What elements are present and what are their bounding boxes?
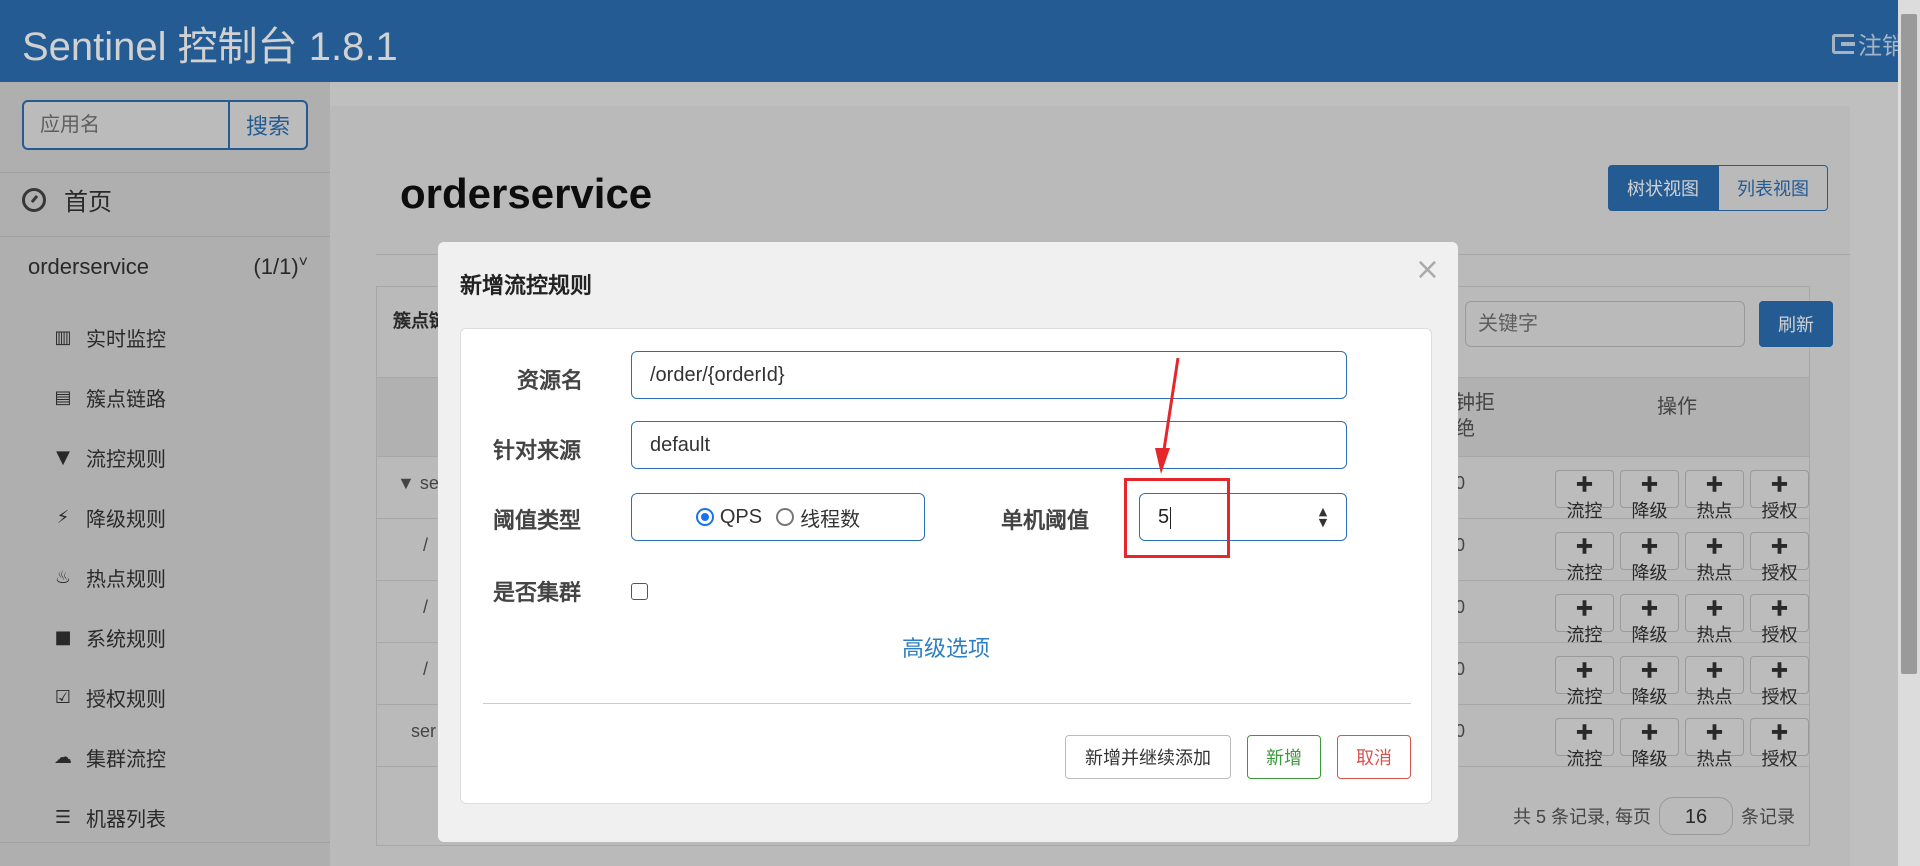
cluster-checkbox[interactable] xyxy=(631,583,648,600)
origin-input[interactable] xyxy=(631,421,1347,469)
dialog-form: 资源名 针对来源 阈值类型 QPS 线程数 单机阈值 5 ▲▼ 是否集群 高级选… xyxy=(460,328,1432,804)
origin-label: 针对来源 xyxy=(493,438,582,463)
qps-label: QPS xyxy=(719,505,763,528)
thread-label: 线程数 xyxy=(800,508,861,531)
page-scrollbar[interactable] xyxy=(1898,0,1920,866)
resource-label: 资源名 xyxy=(517,368,584,393)
grade-radio-group: QPS 线程数 xyxy=(631,493,925,541)
scrollbar-thumb[interactable] xyxy=(1901,14,1917,674)
radio-selected-icon[interactable] xyxy=(695,508,714,526)
qps-radio[interactable]: QPS xyxy=(695,505,763,529)
cluster-label: 是否集群 xyxy=(493,580,582,605)
highlight-box xyxy=(1124,478,1230,558)
close-icon[interactable]: × xyxy=(1415,252,1440,287)
cancel-button[interactable]: 取消 xyxy=(1337,735,1411,779)
resource-input[interactable] xyxy=(631,351,1347,399)
count-label: 单机阈值 xyxy=(1001,508,1090,533)
add-and-continue-button[interactable]: 新增并继续添加 xyxy=(1065,735,1231,779)
add-flow-rule-dialog: 新增流控规则 × 资源名 针对来源 阈值类型 QPS 线程数 单机阈值 5 ▲▼… xyxy=(438,242,1458,842)
dialog-title: 新增流控规则 xyxy=(460,273,593,298)
divider xyxy=(483,703,1411,704)
advanced-options-link[interactable]: 高级选项 xyxy=(461,631,1431,663)
thread-radio[interactable]: 线程数 xyxy=(776,503,860,532)
grade-label: 阈值类型 xyxy=(493,508,582,533)
add-button[interactable]: 新增 xyxy=(1247,735,1321,779)
radio-icon[interactable] xyxy=(776,508,795,526)
number-spinner-icon[interactable]: ▲ ▼ xyxy=(1316,506,1330,528)
